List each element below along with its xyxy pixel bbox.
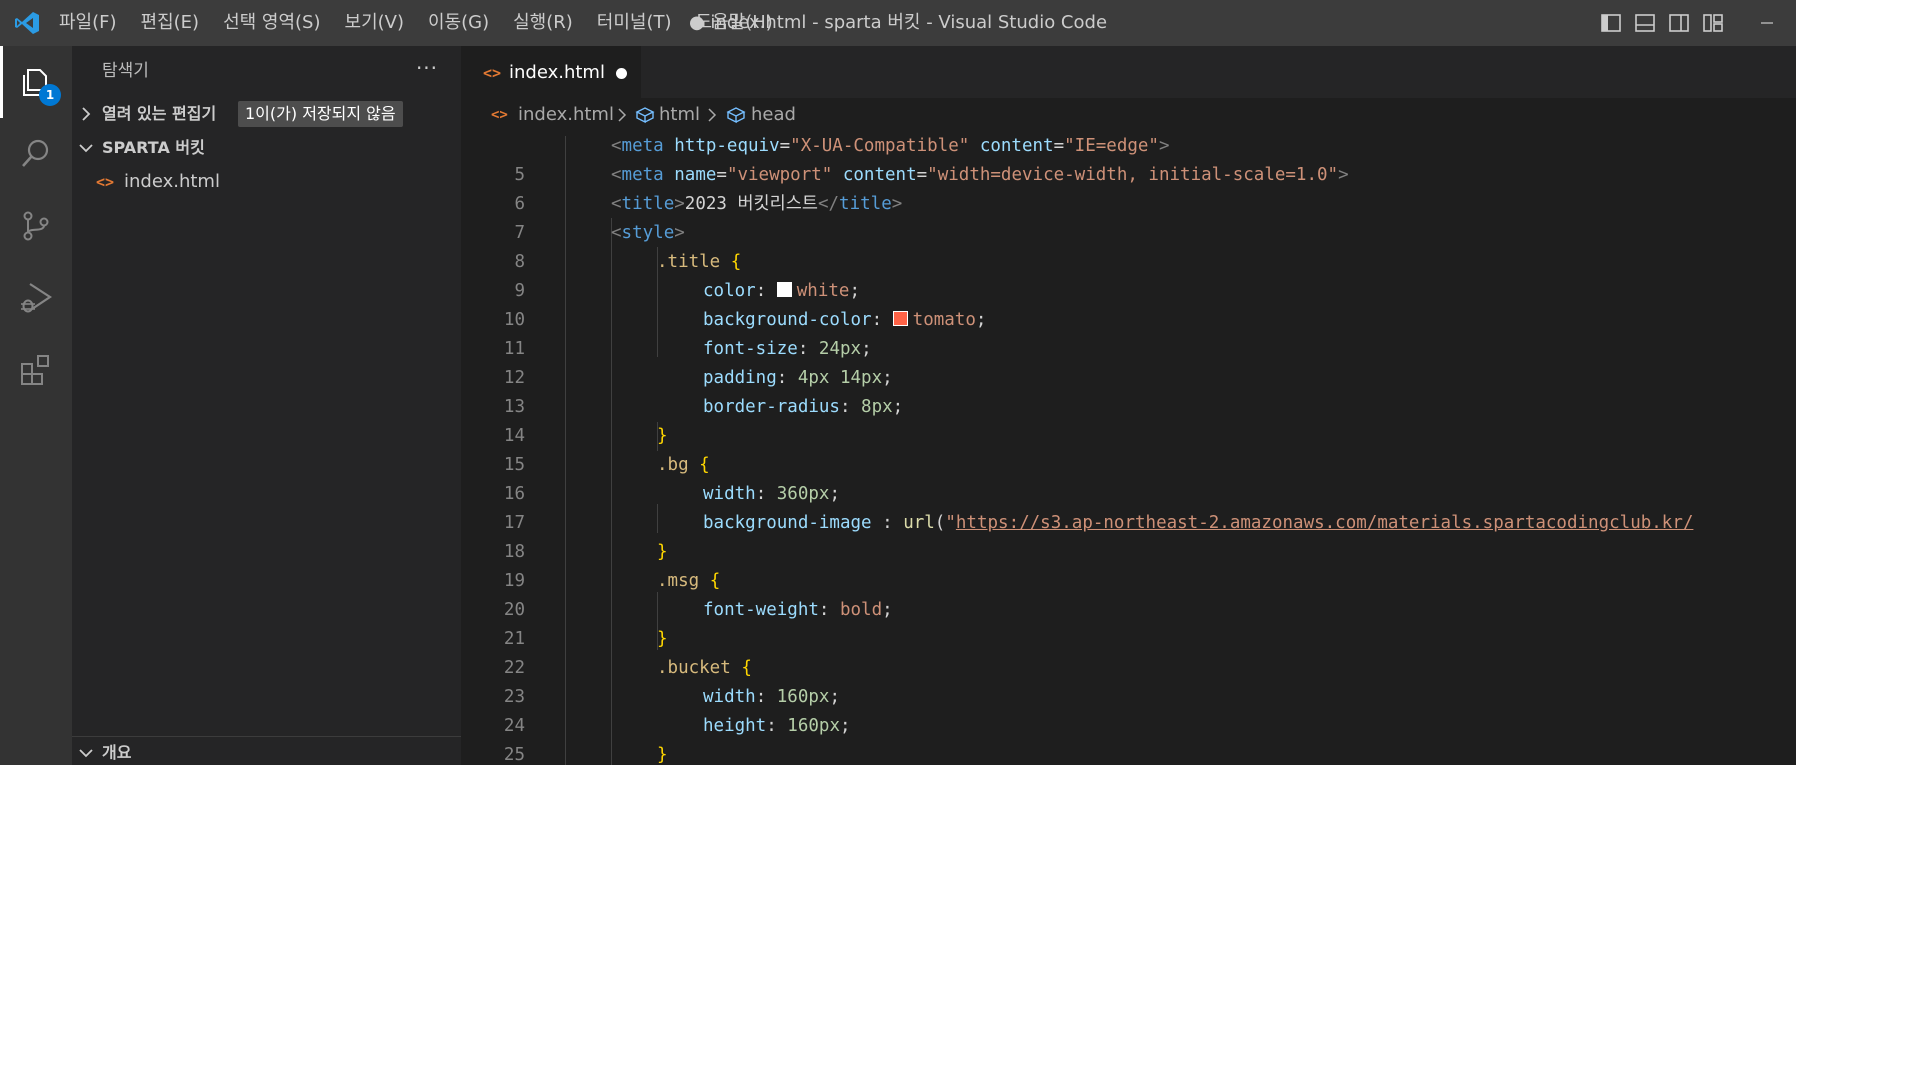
- html-file-icon: <>: [491, 107, 508, 123]
- toggle-panel-button[interactable]: [1632, 11, 1658, 35]
- chevron-right-icon: [618, 108, 627, 122]
- explorer-button[interactable]: 1: [0, 46, 72, 118]
- file-item-index-html[interactable]: <> index.html: [72, 166, 461, 198]
- code-line: 22 }: [461, 625, 1796, 678]
- element-icon: [635, 107, 655, 124]
- code-line: 24 width: 160px;: [461, 683, 1796, 736]
- source-control-icon: [23, 211, 49, 241]
- code-line: 16 .bg {: [461, 451, 1796, 504]
- outline-header: 개요: [72, 737, 461, 765]
- title-bar: 파일(F) 편집(E) 선택 영역(S) 보기(V) 이동(G) 실행(R) 터…: [0, 0, 1796, 46]
- breadcrumb-head[interactable]: head: [751, 98, 796, 132]
- panel-bottom-icon: [1635, 14, 1655, 32]
- file-label: index.html: [124, 171, 220, 192]
- sidebar-title: 탐색기: [102, 61, 149, 81]
- layout-grid-icon: [1703, 14, 1723, 32]
- menu-terminal[interactable]: 터미널(T): [592, 0, 677, 46]
- search-icon: [22, 139, 49, 167]
- menu-run[interactable]: 실행(R): [508, 0, 578, 46]
- code-line: 11 background-color: tomato;: [461, 306, 1796, 359]
- chevron-right-icon: [708, 108, 717, 122]
- breadcrumb-html[interactable]: html: [659, 98, 700, 132]
- code-line: 21 font-weight: bold;: [461, 596, 1796, 649]
- menu-view[interactable]: 보기(V): [340, 0, 409, 46]
- search-button[interactable]: [0, 118, 72, 190]
- tab-index-html[interactable]: <> index.html: [461, 46, 641, 99]
- code-line: 9 .title {: [461, 248, 1796, 301]
- code-editor[interactable]: 5 <meta http-equiv="X-UA-Compatible" con…: [461, 132, 1796, 765]
- more-actions-button[interactable]: ···: [412, 58, 442, 82]
- code-line: 15 }: [461, 422, 1796, 475]
- code-line: 8 <style>: [461, 219, 1796, 272]
- folder-section[interactable]: SPARTA 버킷: [72, 132, 461, 164]
- html-file-icon: <>: [483, 64, 502, 82]
- folder-label: SPARTA 버킷: [102, 138, 205, 157]
- run-debug-icon: [21, 283, 53, 313]
- color-swatch-white[interactable]: [776, 282, 792, 297]
- breadcrumb: <> index.html html head: [461, 98, 1796, 132]
- code-line: 25 height: 160px;: [461, 712, 1796, 765]
- tab-bar: <> index.html: [461, 46, 1796, 99]
- html-file-icon: <>: [96, 173, 115, 191]
- sidebar-left-icon: [1601, 14, 1621, 32]
- vscode-logo-icon: [15, 12, 39, 34]
- chevron-down-icon: [79, 144, 93, 153]
- code-line: 23 .bucket {: [461, 654, 1796, 707]
- tab-label: index.html: [509, 62, 605, 83]
- breadcrumb-file[interactable]: index.html: [518, 98, 614, 132]
- run-debug-button[interactable]: [0, 262, 72, 334]
- menu-selection[interactable]: 선택 영역(S): [218, 0, 325, 46]
- extensions-icon: [21, 355, 49, 385]
- minimize-icon: [1761, 22, 1773, 24]
- vscode-window: 파일(F) 편집(E) 선택 영역(S) 보기(V) 이동(G) 실행(R) 터…: [0, 0, 1796, 765]
- explorer-sidebar: 탐색기 ··· 열려 있는 편집기 1이(가) 저장되지 않음 SPARTA 버…: [72, 46, 461, 765]
- outline-label: 개요: [102, 743, 132, 762]
- unsaved-count-badge: 1이(가) 저장되지 않음: [238, 101, 403, 127]
- code-line: 7 <title>2023 버킷리스트</title>: [461, 190, 1796, 243]
- unsaved-dot-icon[interactable]: [616, 68, 627, 79]
- editor-area: <> index.html <> index.html html head 5 …: [461, 46, 1796, 765]
- element-icon: [726, 107, 746, 124]
- outline-section[interactable]: 개요: [72, 736, 461, 765]
- layout-controls: [1598, 11, 1734, 35]
- code-line: 17 width: 360px;: [461, 480, 1796, 533]
- open-editors-section[interactable]: 열려 있는 편집기 1이(가) 저장되지 않음: [72, 98, 461, 130]
- source-control-button[interactable]: [0, 190, 72, 262]
- explorer-badge: 1: [39, 84, 61, 106]
- chevron-down-icon: [79, 749, 93, 758]
- code-line: 26 }: [657, 745, 668, 765]
- toggle-secondary-sidebar-button[interactable]: [1666, 11, 1692, 35]
- code-line: 18 background-image : url("https://s3.ap…: [461, 509, 1796, 562]
- code-line: 13 padding: 4px 14px;: [461, 364, 1796, 417]
- menu-go[interactable]: 이동(G): [423, 0, 494, 46]
- activity-bar: 1: [0, 46, 72, 765]
- color-swatch-tomato[interactable]: [892, 311, 908, 326]
- menu-help[interactable]: 도움말(H): [691, 0, 778, 46]
- chevron-right-icon: [82, 107, 91, 121]
- sidebar-right-icon: [1669, 14, 1689, 32]
- code-line: 14 border-radius: 8px;: [461, 393, 1796, 446]
- open-editors-label: 열려 있는 편집기: [102, 104, 217, 123]
- code-line: 19 }: [461, 538, 1796, 591]
- menu-file[interactable]: 파일(F): [54, 0, 122, 46]
- toggle-primary-sidebar-button[interactable]: [1598, 11, 1624, 35]
- code-line: 12 font-size: 24px;: [461, 335, 1796, 388]
- customize-layout-button[interactable]: [1700, 11, 1726, 35]
- extensions-button[interactable]: [0, 334, 72, 406]
- code-line: 20 .msg {: [461, 567, 1796, 620]
- code-line: 10 color: white;: [461, 277, 1796, 330]
- menu-edit[interactable]: 편집(E): [136, 0, 205, 46]
- menu-bar: 파일(F) 편집(E) 선택 영역(S) 보기(V) 이동(G) 실행(R) 터…: [54, 0, 792, 46]
- code-line: 5 <meta http-equiv="X-UA-Compatible" con…: [461, 132, 1796, 185]
- code-line: 6 <meta name="viewport" content="width=d…: [461, 161, 1796, 214]
- minimize-button[interactable]: [1752, 12, 1782, 34]
